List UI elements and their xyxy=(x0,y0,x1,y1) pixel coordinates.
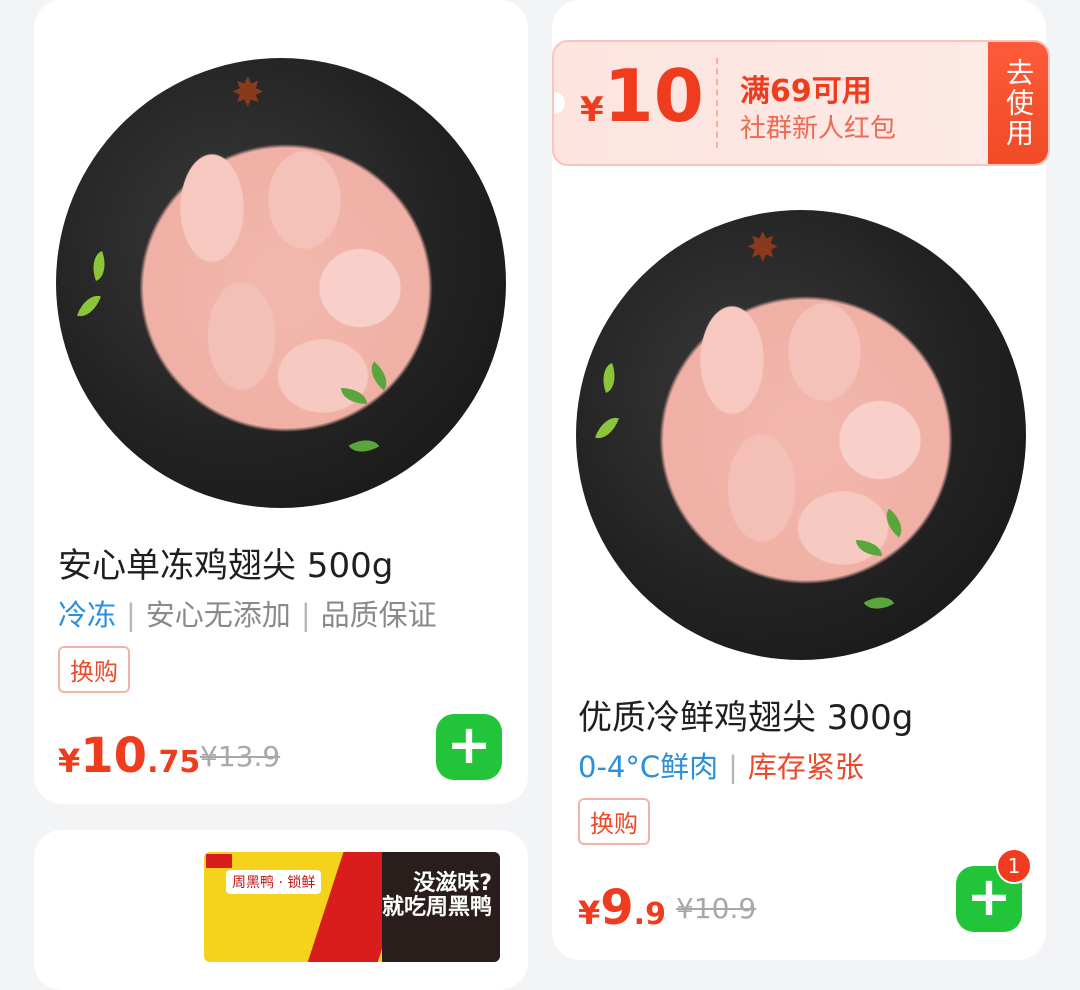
coupon-notch xyxy=(554,92,565,114)
original-price: ¥13.9 xyxy=(200,740,281,773)
original-price: ¥10.9 xyxy=(676,892,757,925)
coupon-use-button[interactable]: 去使用 xyxy=(988,42,1048,164)
tag-stock: 库存紧张 xyxy=(747,750,864,784)
tag-storage: 冷冻 xyxy=(58,598,117,632)
coupon-banner[interactable]: ¥10 满69可用 社群新人红包 去使用 xyxy=(552,40,1050,166)
swap-badge: 换购 xyxy=(578,798,650,845)
currency-symbol: ¥ xyxy=(578,894,601,932)
coupon-currency: ¥ xyxy=(580,90,604,130)
plus-icon: + xyxy=(446,713,492,776)
product-title[interactable]: 优质冷鲜鸡翅尖 300g xyxy=(578,690,913,739)
product-image-2[interactable]: ✸ xyxy=(576,210,1026,660)
coupon-value: 10 xyxy=(603,54,704,138)
cart-count-badge: 1 xyxy=(996,848,1032,884)
tag-freshness: 0-4°C鲜肉 xyxy=(578,750,719,784)
corner-tag xyxy=(206,854,232,868)
coupon-amount: ¥10 xyxy=(580,60,704,132)
add-to-cart-button[interactable]: + xyxy=(436,714,502,780)
chicken-wings-image xyxy=(621,240,991,640)
product-title[interactable]: 安心单冻鸡翅尖 500g xyxy=(58,538,393,587)
chicken-wings-image xyxy=(101,88,471,488)
price-decimal: .75 xyxy=(147,745,201,780)
price-decimal: .9 xyxy=(633,897,666,932)
current-price: ¥9.9 xyxy=(578,880,666,936)
package-slogan: 没滋味? 就吃周黑鸭 xyxy=(381,871,492,921)
brand-logo: 周黑鸭 · 锁鲜 xyxy=(226,870,322,894)
coupon-divider xyxy=(716,58,718,148)
product-tags: 冷冻 | 安心无添加 | 品质保证 xyxy=(58,592,437,634)
tag-feature: 安心无添加 xyxy=(145,598,291,632)
product-image-3[interactable]: 周黑鸭 · 锁鲜 没滋味? 就吃周黑鸭 xyxy=(204,852,500,962)
swap-badge: 换购 xyxy=(58,646,130,693)
product-image-1[interactable]: ✸ xyxy=(56,58,506,508)
currency-symbol: ¥ xyxy=(58,742,81,780)
coupon-condition: 满69可用 xyxy=(740,74,872,109)
price-integer: 9 xyxy=(600,880,634,936)
tag-separator: | xyxy=(728,750,738,784)
price-integer: 10 xyxy=(80,728,148,784)
slogan-line-1: 没滋味? xyxy=(413,871,492,896)
coupon-description: 社群新人红包 xyxy=(740,114,897,144)
current-price: ¥10.75 xyxy=(58,728,200,784)
product-tags: 0-4°C鲜肉 | 库存紧张 xyxy=(578,744,864,786)
slogan-line-2: 就吃周黑鸭 xyxy=(381,895,492,921)
star-anise-decoration: ✸ xyxy=(746,225,780,271)
tag-separator: | xyxy=(300,598,311,632)
tag-feature: 品质保证 xyxy=(320,598,437,632)
tag-separator: | xyxy=(126,598,136,632)
star-anise-decoration: ✸ xyxy=(231,70,265,116)
product-card-1[interactable]: ✸ 安心单冻鸡翅尖 500g 冷冻 | 安心无添加 | 品质保证 换购 ¥10.75 ¥… xyxy=(34,0,528,804)
